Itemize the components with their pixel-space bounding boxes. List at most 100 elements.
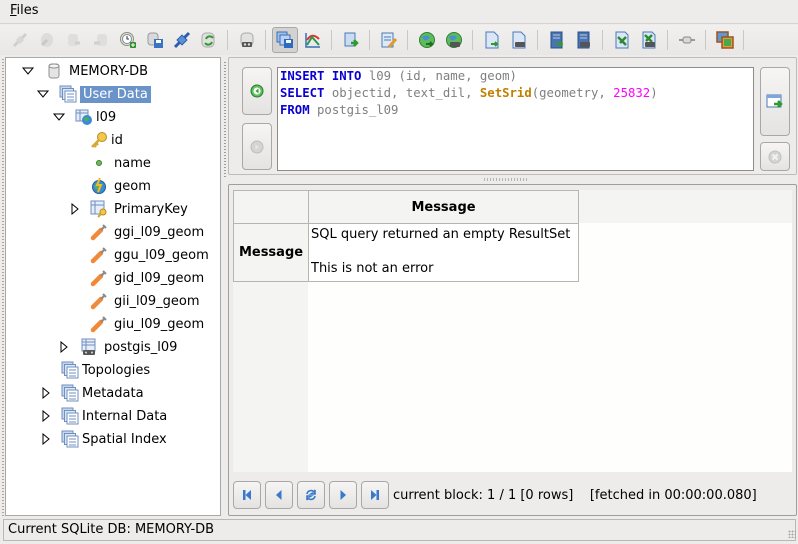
virtual-shapefile-button[interactable] [443, 29, 465, 51]
execute-script-button[interactable] [378, 29, 400, 51]
network-button[interactable] [676, 29, 698, 51]
tree-node-trigger[interactable]: ggu_l09_geom [90, 244, 212, 266]
previous-block-button[interactable] [265, 481, 293, 509]
tree-node-column-id[interactable]: id [90, 129, 126, 151]
tree-node-internal-data[interactable]: Internal Data [40, 405, 170, 427]
sql-editor[interactable]: INSERT INTO l09 (id, name, geom) SELECT … [277, 67, 754, 171]
sql-log-button[interactable] [272, 27, 298, 53]
last-icon [371, 490, 379, 500]
tree-node-trigger[interactable]: gii_l09_geom [90, 290, 203, 312]
attach-db-button[interactable] [171, 29, 193, 51]
load-sql-script-button[interactable] [340, 29, 362, 51]
history-forward-button[interactable] [242, 123, 272, 170]
tables-group-icon [59, 85, 77, 103]
trigger-icon [90, 315, 108, 333]
expand-arrow-icon[interactable] [40, 410, 52, 422]
tables-group-icon [61, 361, 79, 379]
virtual-dbf-icon [577, 31, 590, 49]
db-import-button[interactable] [90, 29, 112, 51]
expand-arrow-icon[interactable] [58, 341, 70, 353]
virtual-xl-button[interactable] [638, 29, 660, 51]
grid-corner[interactable] [233, 190, 309, 224]
abort-button[interactable] [760, 142, 790, 171]
tree-node-column-name[interactable]: name [90, 152, 154, 174]
load-dbf-icon [550, 31, 563, 49]
forward-arrow-icon [250, 140, 264, 153]
tree-node-table-l09[interactable]: l09 [53, 106, 119, 128]
expand-arrow-icon[interactable] [40, 387, 52, 399]
tree-node-topologies[interactable]: Topologies [61, 359, 153, 381]
message-cell[interactable]: SQL query returned an empty ResultSet Thi… [308, 223, 579, 282]
refresh-db-button[interactable] [198, 29, 220, 51]
result-navigation: current block: 1 / 1 [0 rows] [fetched i… [233, 481, 757, 509]
virtual-db-icon [240, 32, 253, 47]
column-header[interactable]: Message [308, 190, 579, 224]
tree-node-trigger[interactable]: ggi_l09_geom [90, 221, 207, 243]
tree-node-trigger[interactable]: gid_l09_geom [90, 267, 207, 289]
toolbar-separator [537, 30, 538, 50]
new-memory-db-button[interactable] [117, 29, 139, 51]
refresh-db-icon [201, 32, 214, 48]
toolbar-separator [227, 30, 228, 50]
load-dbf-button[interactable] [546, 29, 568, 51]
virtual-txt-icon [512, 31, 525, 49]
status-text: Current SQLite DB: MEMORY-DB [3, 519, 796, 541]
tree-node-virtual-table[interactable]: postgis_l09 [58, 336, 180, 358]
virtual-db-button[interactable] [236, 29, 258, 51]
query-panel: INSERT INTO l09 (id, name, geom) SELECT … [228, 57, 797, 175]
disconnect-button[interactable] [36, 29, 58, 51]
toolbar [0, 25, 798, 55]
execute-sql-button[interactable] [760, 67, 790, 136]
next-icon [340, 490, 346, 500]
collapse-arrow-icon[interactable] [37, 88, 49, 100]
last-block-button[interactable] [361, 481, 389, 509]
expand-arrow-icon[interactable] [40, 433, 52, 445]
refresh-icon [306, 489, 316, 501]
load-xl-button[interactable] [611, 29, 633, 51]
query-results-splitter[interactable] [228, 176, 797, 183]
connect-button[interactable] [9, 29, 31, 51]
save-db-button[interactable] [144, 29, 166, 51]
tables-group-icon [61, 407, 79, 425]
tables-group-icon [61, 384, 79, 402]
previous-icon [276, 490, 282, 500]
chart-button[interactable] [302, 29, 324, 51]
tree-node-column-geom[interactable]: geom [90, 175, 154, 197]
tree-node-memory-db[interactable]: MEMORY-DB [22, 60, 151, 82]
connect-icon [12, 32, 27, 48]
toolbar-separator [407, 30, 408, 50]
history-back-button[interactable] [242, 67, 272, 115]
geometry-column-icon [90, 177, 108, 195]
collapse-arrow-icon[interactable] [22, 65, 34, 77]
db-export-button[interactable] [63, 29, 85, 51]
refresh-button[interactable] [297, 481, 325, 509]
menubar: Files [0, 0, 798, 24]
db-tree: MEMORY-DB User Data l09 id name geom Pri… [5, 57, 221, 516]
tree-node-spatial-index[interactable]: Spatial Index [40, 428, 170, 450]
save-db-icon [147, 32, 163, 48]
row-header[interactable]: Message [233, 223, 309, 282]
tree-node-metadata[interactable]: Metadata [40, 382, 147, 404]
resize-grip[interactable] [788, 530, 796, 538]
expand-arrow-icon[interactable] [69, 203, 81, 215]
raster-button[interactable] [714, 29, 736, 51]
collapse-arrow-icon[interactable] [53, 111, 65, 123]
index-icon [90, 200, 108, 218]
spatialite-gui-window: Files MEMORY-DB User Data l09 id name ge… [0, 0, 798, 544]
primary-key-icon [90, 131, 108, 149]
trigger-icon [90, 269, 108, 287]
tree-node-primary-key[interactable]: PrimaryKey [69, 198, 191, 220]
virtual-dbf-button[interactable] [573, 29, 595, 51]
load-txt-icon [485, 31, 498, 49]
load-txt-button[interactable] [481, 29, 503, 51]
results-grid: Message Message SQL query returned an em… [233, 190, 792, 472]
block-info: current block: 1 / 1 [0 rows] [fetched i… [393, 487, 757, 503]
toolbar-separator [265, 30, 266, 50]
tree-node-user-data[interactable]: User Data [37, 83, 151, 105]
load-shapefile-button[interactable] [416, 29, 438, 51]
menu-files[interactable]: Files [10, 3, 39, 18]
first-block-button[interactable] [233, 481, 261, 509]
next-block-button[interactable] [329, 481, 357, 509]
tree-node-trigger[interactable]: giu_l09_geom [90, 313, 207, 335]
virtual-txt-button[interactable] [508, 29, 530, 51]
